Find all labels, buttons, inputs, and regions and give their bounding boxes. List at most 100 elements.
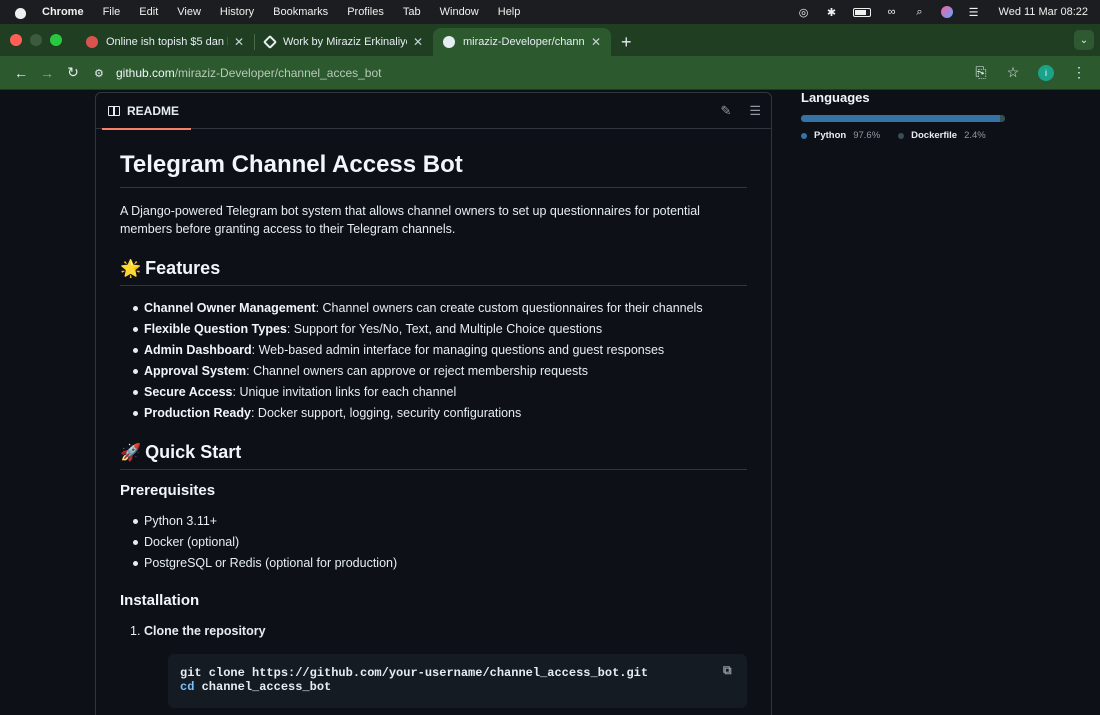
feature-text: : Channel owners can approve or reject m…	[246, 364, 588, 378]
star-emoji-icon: 🌟	[120, 258, 142, 278]
prerequisites-list: Python 3.11+ Docker (optional) PostgreSQ…	[120, 511, 747, 574]
github-favicon-icon	[443, 36, 455, 48]
feature-name: Secure Access	[144, 385, 233, 399]
menu-history[interactable]: History	[220, 6, 254, 18]
readme-tab-label: README	[127, 103, 180, 118]
site-info-icon[interactable]: ⚙	[94, 67, 106, 80]
window-controls	[10, 24, 62, 56]
menu-tab[interactable]: Tab	[403, 6, 421, 18]
menu-file[interactable]: File	[103, 6, 121, 18]
prerequisites-heading: Prerequisites	[120, 482, 216, 499]
language-dockerfile[interactable]: Dockerfile 2.4%	[898, 130, 986, 141]
installation-steps: 1. Clone the repository git clone https:…	[120, 621, 747, 708]
step-number: 1.	[130, 624, 141, 638]
menu-profiles[interactable]: Profiles	[347, 6, 384, 18]
menubar-status-area: ◎ ✱ ∞ ⌕ ☰ Wed 11 Mar 08:22	[797, 6, 1088, 19]
feature-text: : Channel owners can create custom quest…	[315, 301, 703, 315]
link-icon[interactable]: ∞	[885, 6, 899, 18]
quickstart-heading: 🚀 Quick Start	[120, 442, 747, 470]
address-bar[interactable]: ⚙ github.com/miraziz-Developer/channel_a…	[86, 60, 968, 86]
features-heading: 🌟 Features	[120, 258, 747, 286]
menu-view[interactable]: View	[177, 6, 201, 18]
readme-content: Telegram Channel Access Bot A Django-pow…	[96, 129, 771, 708]
edit-pencil-icon[interactable]: ✎	[720, 103, 731, 119]
code-line: cd channel_access_bot	[180, 680, 735, 694]
outline-list-icon[interactable]: ☰	[749, 103, 761, 119]
install-app-icon[interactable]: ⎘	[968, 60, 994, 86]
feature-text: : Docker support, logging, security conf…	[250, 406, 522, 420]
step-label: Clone the repository	[144, 624, 266, 638]
more-menu-icon[interactable]: ⋮	[1066, 60, 1092, 86]
code-text: channel_access_bot	[194, 680, 332, 694]
quickstart-heading-text: Quick Start	[145, 442, 242, 462]
feature-name: Flexible Question Types	[144, 322, 287, 336]
list-item: Channel Owner Management: Channel owners…	[120, 298, 747, 319]
language-percent: 2.4%	[964, 130, 986, 141]
list-item: PostgreSQL or Redis (optional for produc…	[120, 553, 747, 574]
list-item: Approval System: Channel owners can appr…	[120, 361, 747, 382]
tab-title: Online ish topish $5 dan boshla	[106, 36, 228, 48]
close-tab-icon[interactable]: ✕	[591, 35, 601, 49]
book-icon	[108, 105, 120, 116]
feature-name: Admin Dashboard	[144, 343, 252, 357]
list-item: Production Ready: Docker support, loggin…	[120, 403, 747, 424]
macos-menu-bar: Chrome File Edit View History Bookmarks …	[0, 0, 1100, 24]
reload-icon[interactable]: ↻	[60, 60, 86, 86]
forward-arrow-icon[interactable]: →	[34, 60, 60, 86]
apple-logo-icon[interactable]	[14, 5, 26, 19]
repo-sidebar: Languages Python 97.6% Dockerfile 2.4%	[801, 90, 1011, 141]
python-dot-icon	[801, 132, 807, 139]
search-icon[interactable]: ⌕	[913, 6, 927, 18]
language-bar-dockerfile	[1000, 115, 1005, 122]
screen-time-icon[interactable]: ◎	[797, 6, 811, 19]
minimize-window-button[interactable]	[30, 34, 42, 46]
menu-edit[interactable]: Edit	[139, 6, 158, 18]
github-page: README ✎ ☰ Telegram Channel Access Bot A…	[0, 90, 1100, 715]
tab-work-by-miraziz[interactable]: Work by Miraziz Erkinaliyev ✕	[255, 28, 433, 56]
close-window-button[interactable]	[10, 34, 22, 46]
code-block[interactable]: git clone https://github.com/your-userna…	[168, 654, 747, 708]
menu-window[interactable]: Window	[440, 6, 479, 18]
profile-avatar[interactable]: i	[1038, 64, 1054, 81]
list-item: Secure Access: Unique invitation links f…	[120, 382, 747, 403]
dockerfile-dot-icon	[898, 132, 905, 139]
copy-icon[interactable]: ⧉	[723, 664, 737, 678]
feature-name: Production Ready	[144, 406, 251, 420]
language-python[interactable]: Python 97.6%	[801, 130, 880, 141]
menu-help[interactable]: Help	[498, 6, 521, 18]
feature-name: Channel Owner Management	[144, 301, 316, 315]
code-line: git clone https://github.com/your-userna…	[180, 666, 649, 680]
url-host: github.com	[116, 65, 175, 80]
language-bar	[801, 115, 1005, 122]
readme-actions: ✎ ☰	[720, 103, 761, 119]
spark-favicon-icon	[86, 36, 98, 48]
control-center-icon[interactable]: ☰	[967, 6, 981, 19]
tab-online-ish[interactable]: Online ish topish $5 dan boshla ✕	[76, 28, 254, 56]
close-tab-icon[interactable]: ✕	[413, 35, 423, 49]
back-arrow-icon[interactable]: ←	[8, 60, 34, 86]
readme-tab[interactable]: README	[101, 93, 192, 130]
menu-app-name[interactable]: Chrome	[42, 6, 84, 18]
tab-github-repo[interactable]: miraziz-Developer/channel_acces_bot ✕	[433, 28, 611, 56]
language-name: Dockerfile	[911, 130, 958, 141]
new-tab-button[interactable]: +	[611, 28, 642, 56]
language-bar-python	[801, 115, 1001, 122]
bluetooth-icon[interactable]: ✱	[825, 6, 839, 19]
rocket-emoji-icon: 🚀	[120, 442, 142, 462]
menubar-clock[interactable]: Wed 11 Mar 08:22	[999, 6, 1088, 18]
battery-icon[interactable]	[852, 7, 871, 17]
bookmark-star-icon[interactable]: ☆	[1000, 60, 1026, 86]
siri-icon[interactable]	[940, 6, 953, 18]
installation-heading: Installation	[120, 592, 200, 609]
toolbar-actions: ⎘ ☆ i ⋮	[968, 60, 1092, 86]
close-tab-icon[interactable]: ✕	[234, 35, 244, 49]
menu-bookmarks[interactable]: Bookmarks	[273, 6, 328, 18]
tab-search-chevron-icon[interactable]: ⌄	[1074, 30, 1094, 50]
list-item: Flexible Question Types: Support for Yes…	[120, 319, 747, 340]
browser-toolbar: ← → ↻ ⚙ github.com/miraziz-Developer/cha…	[0, 56, 1100, 90]
language-name: Python	[814, 130, 847, 141]
feature-text: : Web-based admin interface for managing…	[251, 343, 665, 357]
zoom-window-button[interactable]	[50, 34, 62, 46]
code-keyword: cd	[180, 680, 195, 694]
features-heading-text: Features	[145, 258, 221, 278]
